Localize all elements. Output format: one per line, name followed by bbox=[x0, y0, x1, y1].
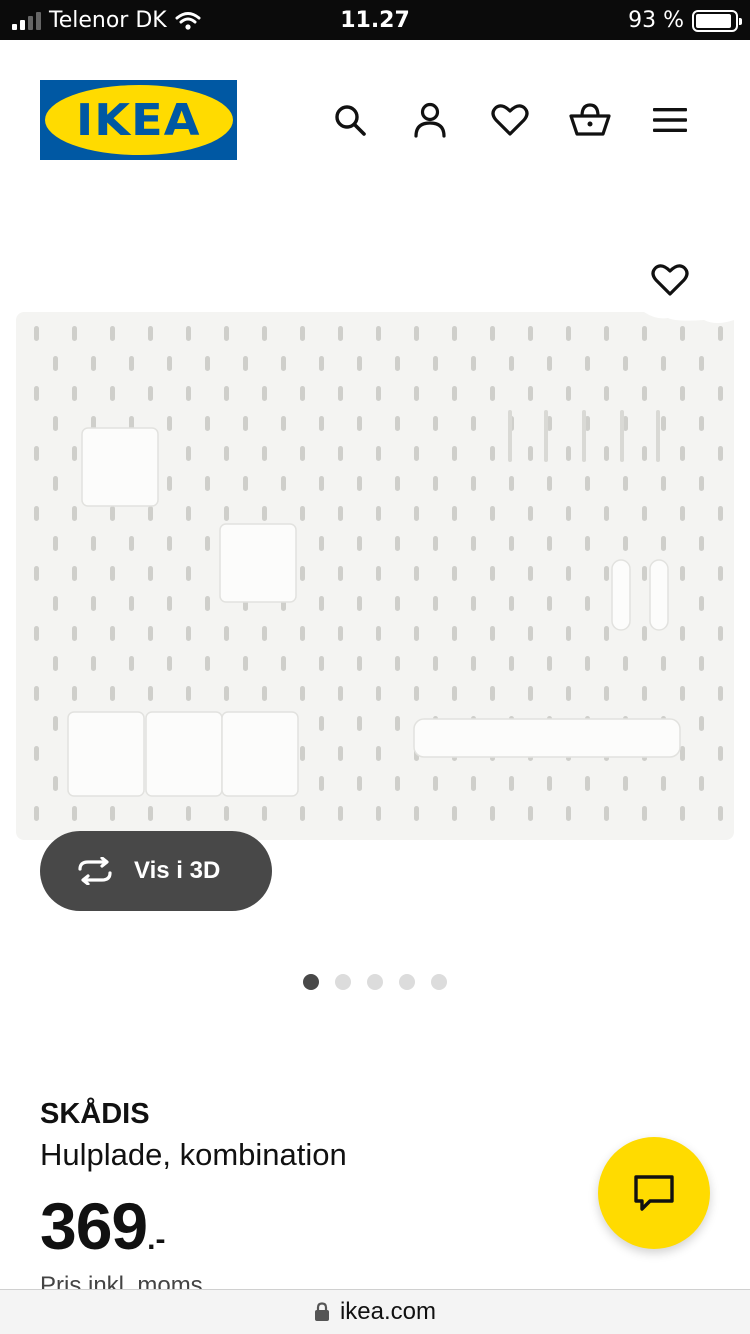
account-icon bbox=[414, 102, 446, 138]
account-button[interactable] bbox=[408, 98, 452, 142]
carousel-dot[interactable] bbox=[367, 974, 383, 990]
product-price: 369 .- bbox=[40, 1188, 165, 1264]
heart-icon bbox=[651, 264, 689, 296]
view-in-3d-label: Vis i 3D bbox=[134, 857, 221, 884]
carousel-dot[interactable] bbox=[303, 974, 319, 990]
status-bar: Telenor DK 11.27 93 % bbox=[0, 0, 750, 40]
status-bar-right: 93 % bbox=[628, 8, 742, 33]
carousel-dot[interactable] bbox=[399, 974, 415, 990]
logo-oval: IKEA bbox=[44, 85, 233, 155]
chat-icon bbox=[634, 1175, 674, 1211]
carousel-dots bbox=[0, 974, 750, 990]
product-image[interactable] bbox=[16, 312, 734, 840]
product-favourite-button[interactable] bbox=[648, 258, 692, 302]
search-icon bbox=[335, 105, 366, 136]
search-button[interactable] bbox=[328, 98, 372, 142]
menu-icon bbox=[653, 108, 687, 132]
product-name: SKÅDIS bbox=[40, 1098, 150, 1130]
product-description: Hulplade, kombination bbox=[40, 1137, 347, 1172]
battery-icon bbox=[692, 9, 742, 32]
lock-icon bbox=[314, 1302, 329, 1321]
basket-button[interactable] bbox=[568, 98, 612, 142]
view-in-3d-button[interactable]: Vis i 3D bbox=[40, 831, 272, 911]
carousel-dot[interactable] bbox=[335, 974, 351, 990]
chat-button[interactable] bbox=[598, 1137, 710, 1249]
browser-address-bar[interactable]: ikea.com bbox=[0, 1289, 750, 1334]
site-header: IKEA bbox=[0, 40, 750, 200]
favourites-button[interactable] bbox=[488, 98, 532, 142]
price-amount: 369 bbox=[40, 1189, 148, 1263]
rotate-3d-icon bbox=[78, 857, 112, 885]
price-suffix: .- bbox=[147, 1223, 166, 1256]
menu-button[interactable] bbox=[648, 98, 692, 142]
logo-text: IKEA bbox=[76, 94, 201, 146]
basket-icon bbox=[569, 103, 611, 136]
url-text: ikea.com bbox=[339, 1298, 437, 1325]
favourites-icon bbox=[491, 104, 529, 136]
battery-percentage: 93 % bbox=[628, 8, 684, 33]
carousel-dot[interactable] bbox=[431, 974, 447, 990]
ikea-logo[interactable]: IKEA bbox=[40, 80, 237, 160]
